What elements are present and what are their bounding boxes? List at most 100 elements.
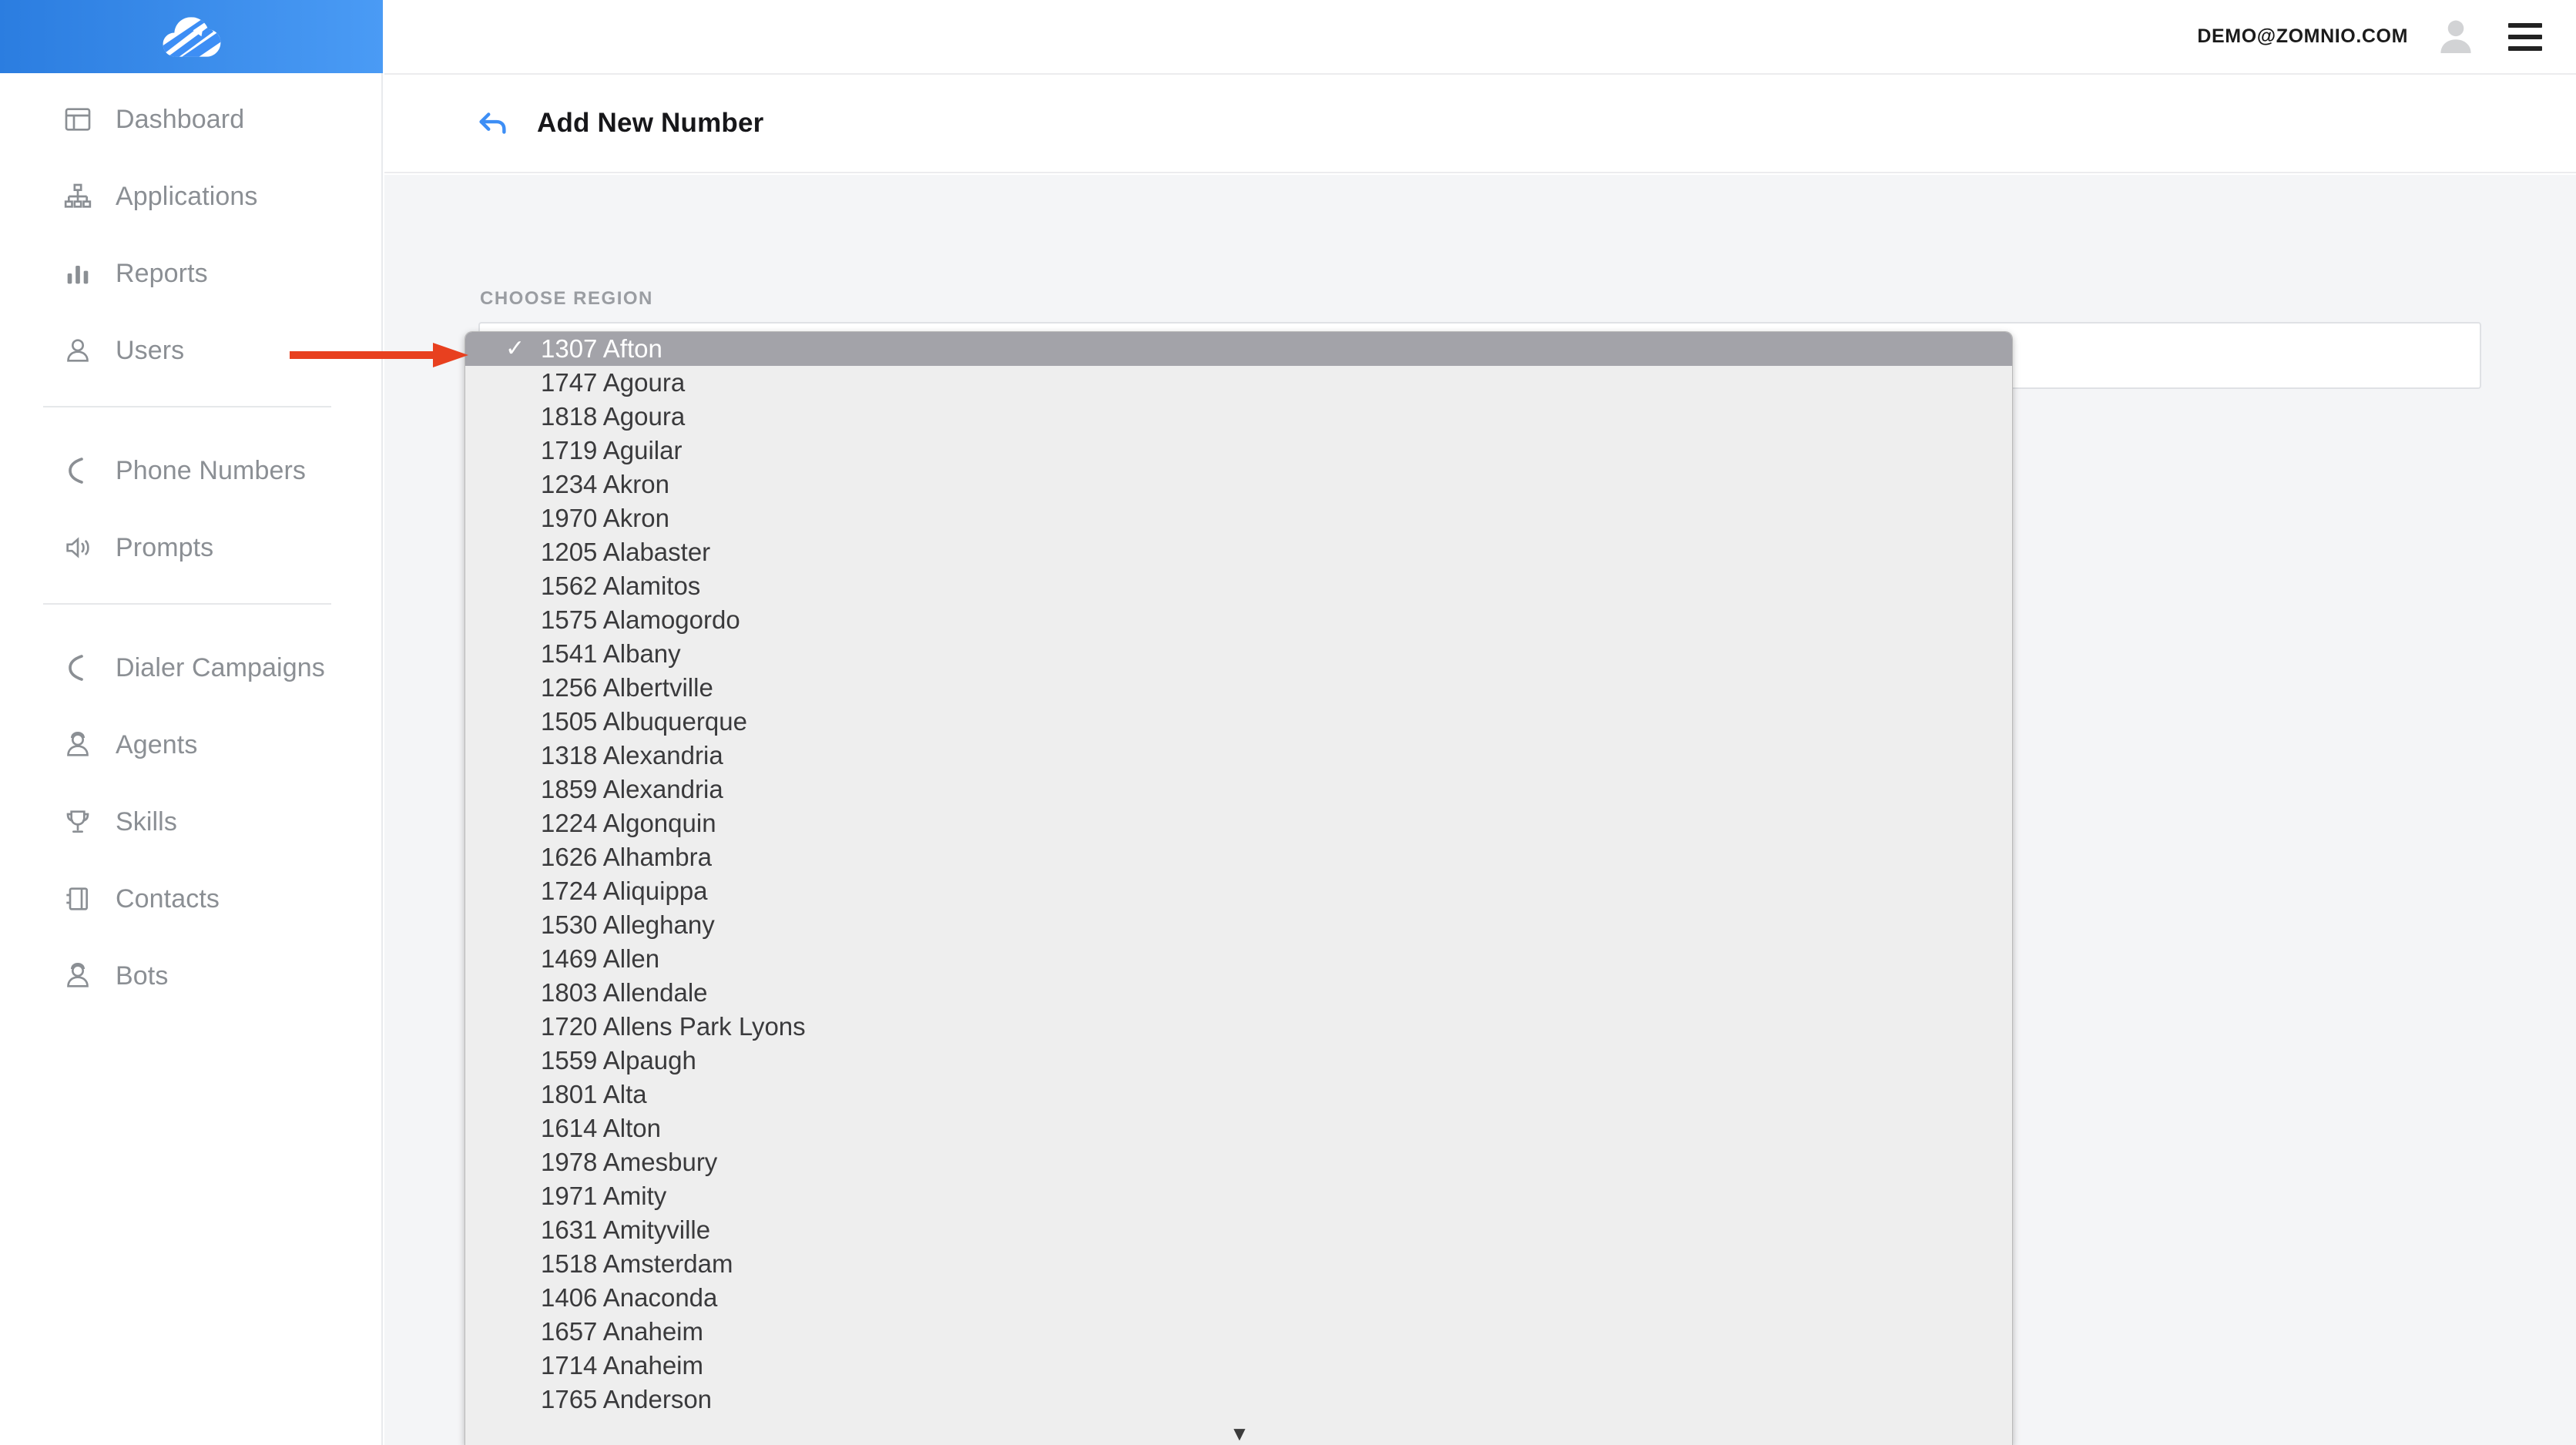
dropdown-option-label: 1530 Alleghany	[541, 910, 715, 939]
dropdown-option[interactable]: 1657 Anaheim	[465, 1315, 2012, 1349]
dropdown-option-label: 1614 Alton	[541, 1114, 661, 1142]
dropdown-option[interactable]: 1562 Alamitos	[465, 569, 2012, 603]
dropdown-option[interactable]: 1614 Alton	[465, 1111, 2012, 1145]
user-icon	[60, 333, 96, 368]
dropdown-option-label: 1224 Algonquin	[541, 809, 716, 837]
dropdown-option[interactable]: 1530 Alleghany	[465, 908, 2012, 942]
dropdown-option[interactable]: 1631 Amityville	[465, 1213, 2012, 1247]
sidebar-group-operations: Dialer Campaigns Agents Skills Contacts …	[0, 622, 381, 1014]
dropdown-option[interactable]: 1801 Alta	[465, 1078, 2012, 1111]
dropdown-option-label: 1626 Alhambra	[541, 843, 712, 871]
dropdown-option[interactable]: 1541 Albany	[465, 637, 2012, 671]
dropdown-option-label: 1970 Akron	[541, 504, 669, 532]
dropdown-option-label: 1518 Amsterdam	[541, 1249, 733, 1278]
dropdown-option-label: 1747 Agoura	[541, 368, 686, 397]
sidebar-item-reports[interactable]: Reports	[0, 235, 381, 312]
sidebar-item-label: Contacts	[116, 883, 220, 914]
dropdown-option[interactable]: 1971 Amity	[465, 1179, 2012, 1213]
dropdown-option[interactable]: 1719 Aguilar	[465, 434, 2012, 468]
dropdown-option-label: 1803 Allendale	[541, 978, 708, 1007]
user-avatar-icon[interactable]	[2434, 15, 2477, 59]
sidebar-item-users[interactable]: Users	[0, 312, 381, 389]
dropdown-option-label: 1818 Agoura	[541, 402, 686, 431]
phone-icon	[60, 650, 96, 686]
sidebar-item-skills[interactable]: Skills	[0, 783, 381, 860]
back-arrow-icon[interactable]	[475, 106, 511, 141]
app-root: Dashboard Applications Reports Users Pho…	[0, 0, 2576, 1445]
dropdown-option[interactable]: 1256 Albertville	[465, 671, 2012, 705]
dropdown-option-label: 1631 Amityville	[541, 1215, 711, 1244]
dropdown-option-label: 1724 Aliquippa	[541, 877, 708, 905]
sidebar-item-label: Reports	[116, 258, 208, 288]
dropdown-option[interactable]: 1224 Algonquin	[465, 806, 2012, 840]
sidebar-item-label: Users	[116, 335, 185, 365]
dropdown-option[interactable]: 1205 Alabaster	[465, 535, 2012, 569]
sidebar-item-label: Applications	[116, 181, 258, 211]
dropdown-option-label: 1575 Alamogordo	[541, 605, 740, 634]
dropdown-option-label: 1720 Allens Park Lyons	[541, 1012, 806, 1041]
trophy-icon	[60, 804, 96, 840]
dropdown-option[interactable]: 1406 Anaconda	[465, 1281, 2012, 1315]
page-title: Add New Number	[537, 108, 764, 138]
sitemap-icon	[60, 179, 96, 214]
dropdown-option[interactable]: 1518 Amsterdam	[465, 1247, 2012, 1281]
dropdown-option[interactable]: 1747 Agoura	[465, 366, 2012, 400]
sidebar-item-dashboard[interactable]: Dashboard	[0, 81, 381, 158]
sidebar-item-phone-numbers[interactable]: Phone Numbers	[0, 432, 381, 509]
dropdown-option[interactable]: 1234 Akron	[465, 468, 2012, 501]
sidebar-item-label: Bots	[116, 961, 169, 991]
hamburger-menu-icon[interactable]	[2508, 22, 2542, 51]
sidebar-group-telephony: Phone Numbers Prompts	[0, 424, 381, 586]
sidebar-item-label: Phone Numbers	[116, 455, 306, 485]
dropdown-option[interactable]: 1765 Anderson	[465, 1383, 2012, 1417]
dropdown-option-label: 1505 Albuquerque	[541, 707, 747, 736]
sidebar-group-primary: Dashboard Applications Reports Users	[0, 73, 381, 389]
dropdown-option[interactable]: 1626 Alhambra	[465, 840, 2012, 874]
cloud-swoosh-logo	[163, 16, 220, 57]
dropdown-option[interactable]: 1318 Alexandria	[465, 739, 2012, 773]
dropdown-option-label: 1469 Allen	[541, 944, 660, 973]
sidebar-item-prompts[interactable]: Prompts	[0, 509, 381, 586]
dropdown-option-label: 1719 Aguilar	[541, 436, 683, 464]
scroll-down-arrow-icon[interactable]: ▼	[465, 1423, 2012, 1443]
sidebar-item-label: Skills	[116, 806, 177, 836]
sidebar-item-applications[interactable]: Applications	[0, 158, 381, 235]
dropdown-option[interactable]: 1803 Allendale	[465, 976, 2012, 1010]
dropdown-option-label: 1859 Alexandria	[541, 775, 723, 803]
dropdown-option[interactable]: ✓ 1307 Afton	[465, 332, 2012, 366]
speaker-icon	[60, 530, 96, 565]
dropdown-option[interactable]: 1505 Albuquerque	[465, 705, 2012, 739]
bot-icon	[60, 958, 96, 994]
dropdown-option[interactable]: 1714 Anaheim	[465, 1349, 2012, 1383]
dropdown-option[interactable]: 1720 Allens Park Lyons	[465, 1010, 2012, 1044]
choose-region-label: CHOOSE REGION	[480, 288, 653, 309]
top-bar: DEMO@ZOMNIO.COM	[383, 0, 2576, 73]
dropdown-option[interactable]: 1818 Agoura	[465, 400, 2012, 434]
dropdown-option[interactable]: 1724 Aliquippa	[465, 874, 2012, 908]
dropdown-option-label: 1541 Albany	[541, 639, 681, 668]
dropdown-option[interactable]: 1559 Alpaugh	[465, 1044, 2012, 1078]
brand-logo-bar[interactable]	[0, 0, 383, 73]
dropdown-option-label: 1657 Anaheim	[541, 1317, 704, 1346]
dropdown-option-label: 1801 Alta	[541, 1080, 647, 1108]
dropdown-option[interactable]: 1575 Alamogordo	[465, 603, 2012, 637]
dropdown-option[interactable]: 1469 Allen	[465, 942, 2012, 976]
dropdown-option[interactable]: 1978 Amesbury	[465, 1145, 2012, 1179]
sidebar-item-label: Prompts	[116, 532, 214, 562]
sidebar-item-agents[interactable]: Agents	[0, 706, 381, 783]
dropdown-option[interactable]: 1859 Alexandria	[465, 773, 2012, 806]
dropdown-option-label: 1978 Amesbury	[541, 1148, 718, 1176]
dropdown-option-label: 1234 Akron	[541, 470, 669, 498]
dropdown-option-label: 1406 Anaconda	[541, 1283, 718, 1312]
dropdown-option-label: 1714 Anaheim	[541, 1351, 704, 1380]
dropdown-option-label: 1307 Afton	[541, 334, 662, 363]
sidebar-item-label: Agents	[116, 729, 198, 759]
dropdown-option-label: 1559 Alpaugh	[541, 1046, 696, 1075]
phone-icon	[60, 453, 96, 488]
dropdown-option[interactable]: 1970 Akron	[465, 501, 2012, 535]
region-dropdown-list[interactable]: ✓ 1307 Afton 1747 Agoura 1818 Agoura 1719 Ag…	[465, 331, 2013, 1445]
dropdown-option-label: 1562 Alamitos	[541, 572, 701, 600]
sidebar-item-bots[interactable]: Bots	[0, 937, 381, 1014]
sidebar-item-dialer-campaigns[interactable]: Dialer Campaigns	[0, 629, 381, 706]
sidebar-item-contacts[interactable]: Contacts	[0, 860, 381, 937]
